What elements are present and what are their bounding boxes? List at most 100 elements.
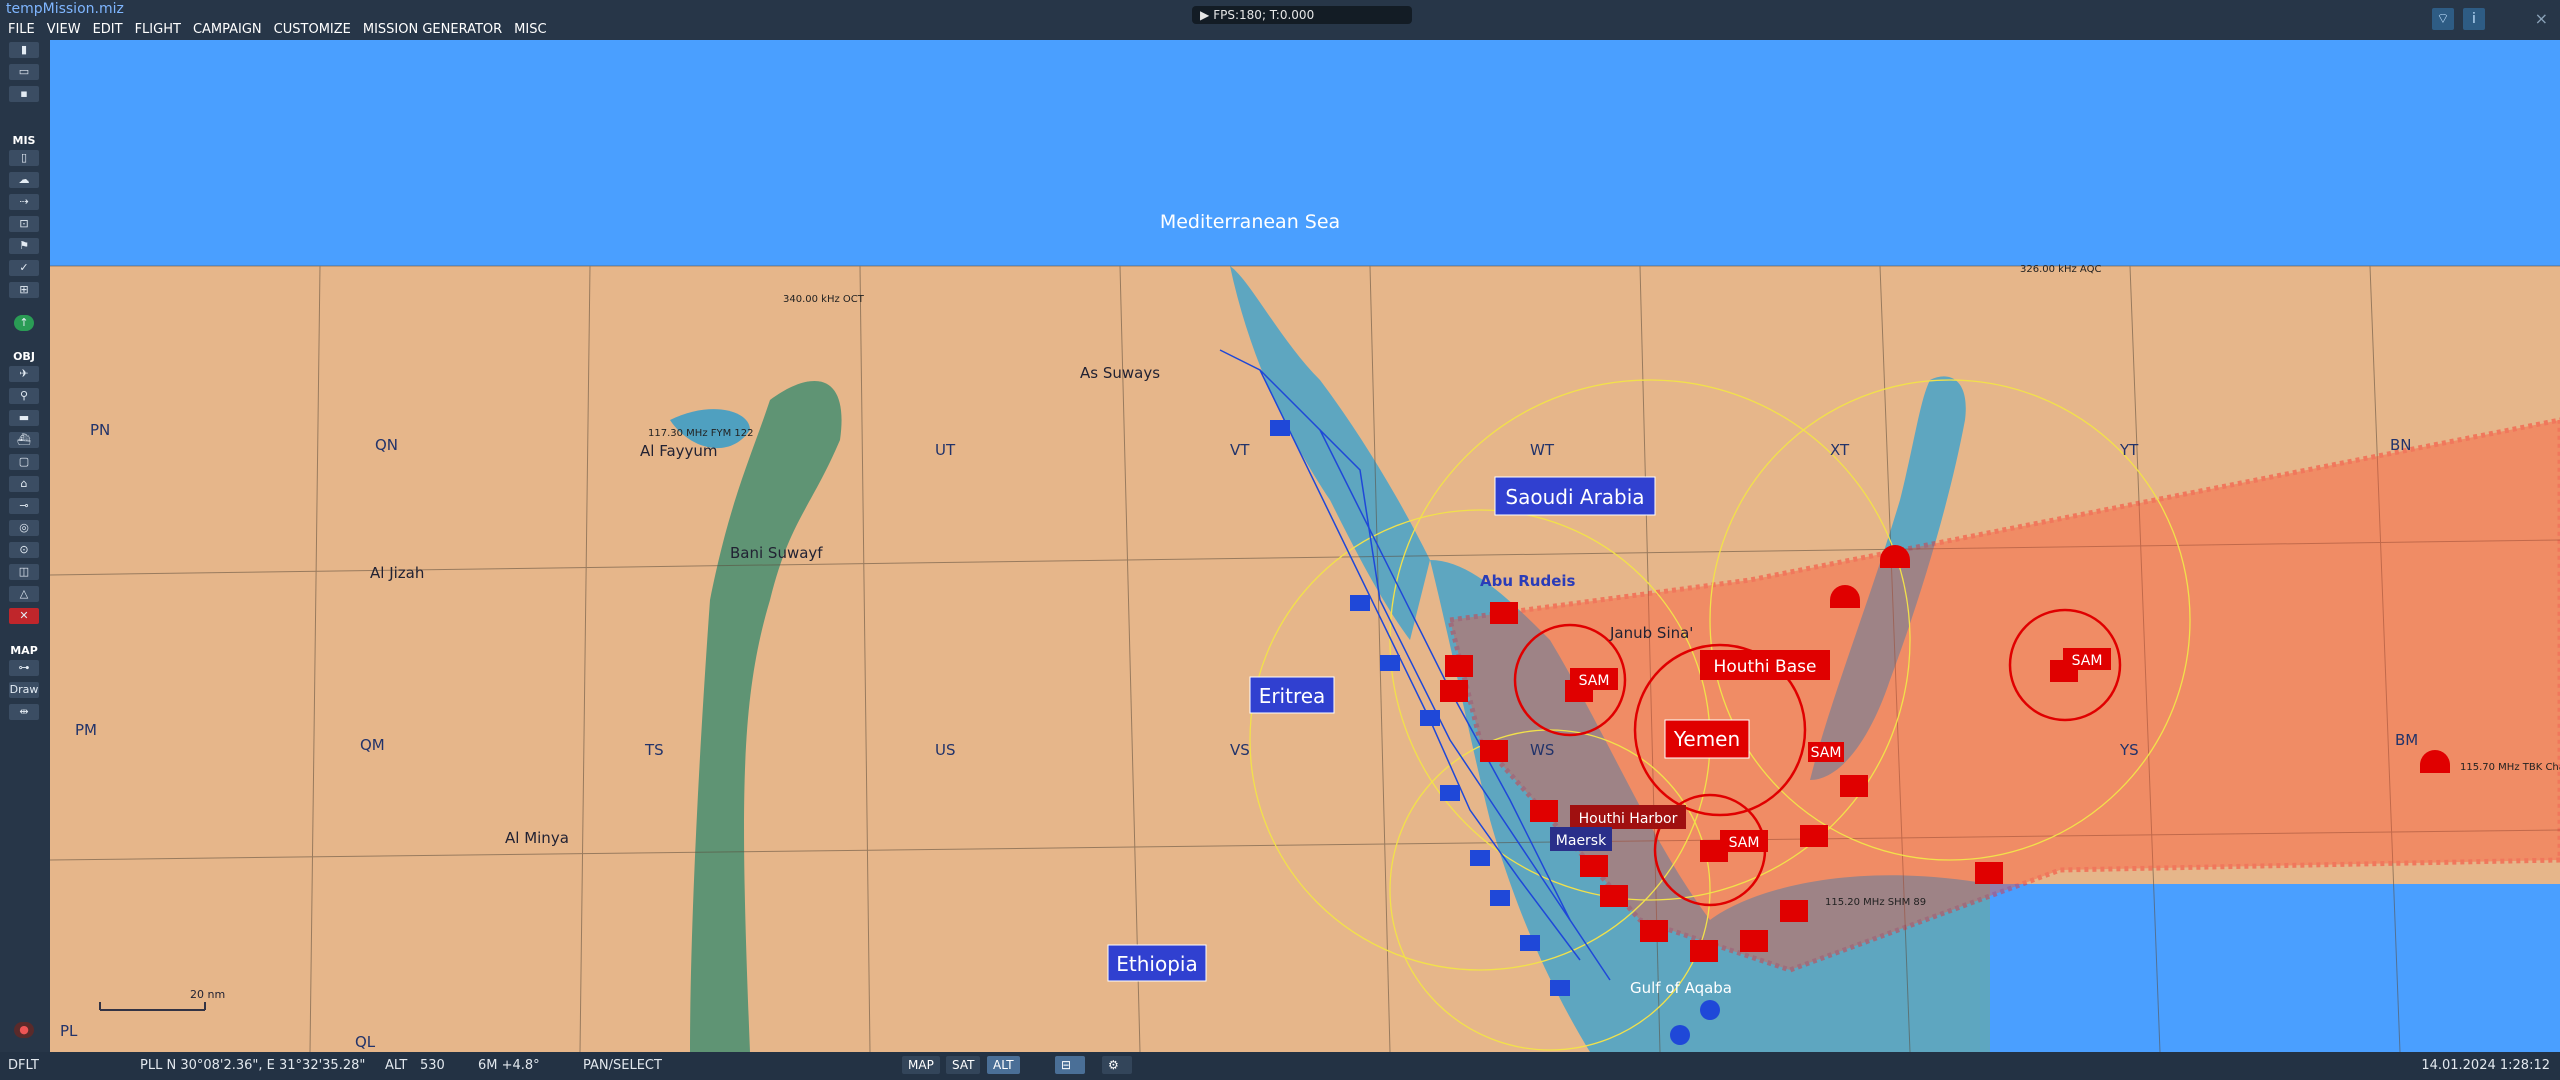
grid-label: UT (935, 441, 956, 459)
coordinates-readout: PLL N 30°08'2.36", E 31°32'35.28" (140, 1058, 366, 1073)
place-label: Al Minya (505, 829, 569, 847)
country-label-yemen: Yemen (1673, 727, 1740, 751)
left-toolbar: ▮ ▭ ▪ MIS ▯ ☁ ⇢ ⊡ ⚑ ✓ ⊞ ↑ OBJ ✈ ⚲ ▬ ⛴ ▢ … (0, 40, 50, 1052)
ship-icon[interactable]: ⛴ (9, 432, 39, 448)
menu-flight[interactable]: FLIGHT (129, 20, 187, 39)
grid-label: TS (644, 741, 664, 759)
grid-label: BN (2390, 436, 2412, 454)
datetime-readout: 14.01.2024 1:28:12 (2421, 1058, 2550, 1073)
layer-select[interactable]: DFLT (8, 1058, 39, 1073)
up-arrow-icon[interactable]: ↑ (14, 315, 34, 331)
check-icon[interactable]: ✓ (9, 260, 39, 276)
grid-label: QL (355, 1033, 376, 1051)
grid-label: BM (2395, 731, 2418, 749)
new-mission-icon[interactable]: ▮ (9, 42, 39, 58)
grid-label: QM (360, 736, 385, 754)
grid-label: WT (1530, 441, 1555, 459)
radio-label: 117.30 MHz FYM 122 (648, 428, 754, 439)
mis-section-label: MIS (12, 134, 36, 147)
place-label: Al Fayyum (640, 442, 718, 460)
draw-button[interactable]: Draw (9, 682, 39, 698)
alt-mode-button[interactable]: ALT (987, 1056, 1020, 1074)
place-label: Gulf of Aqaba (1630, 979, 1732, 997)
measure-icon[interactable]: ⇹ (9, 704, 39, 720)
map-section-label: MAP (10, 644, 38, 657)
info-icon[interactable]: i (2463, 8, 2485, 30)
status-bar: DFLT PLL N 30°08'2.36", E 31°32'35.28" A… (0, 1052, 2560, 1080)
base-label-houthi-base: Houthi Base (1714, 657, 1817, 677)
shapes-icon[interactable]: △ (9, 586, 39, 602)
helicopter-icon[interactable]: ⚲ (9, 388, 39, 404)
menu-campaign[interactable]: CAMPAIGN (187, 20, 268, 39)
country-label-saudi: Saoudi Arabia (1505, 485, 1644, 509)
grid-label: US (935, 741, 956, 759)
triggers-icon[interactable]: ⊡ (9, 216, 39, 232)
delete-icon[interactable]: ✕ (9, 608, 39, 624)
record-icon[interactable]: ● (14, 1022, 34, 1038)
grid-label: PL (60, 1022, 78, 1040)
ground-unit-icon[interactable]: ▬ (9, 410, 39, 426)
sea-label: Mediterranean Sea (1160, 211, 1340, 233)
flag-icon[interactable]: ⚑ (9, 238, 39, 254)
target-icon[interactable]: ◎ (9, 520, 39, 536)
menu-file[interactable]: FILE (2, 20, 41, 39)
grid-label: WS (1530, 741, 1554, 759)
place-label: Al Jizah (370, 564, 424, 582)
base-label-houthi-harbor: Houthi Harbor (1579, 811, 1678, 827)
settings-icon[interactable]: ⚙ (1102, 1056, 1132, 1074)
fps-text: FPS:180; T:0.000 (1213, 8, 1315, 22)
sam-label: SAM (1811, 745, 1842, 761)
map-view[interactable]: Mediterranean Sea PN QN UT VT WT XT YT B… (50, 40, 2560, 1052)
wifi-icon[interactable]: ⌔ (2432, 8, 2454, 30)
place-label: Janub Sina' (1609, 624, 1693, 642)
place-label: Bani Suwayf (730, 544, 823, 562)
obj-section-label: OBJ (13, 350, 35, 363)
group-icon[interactable]: ◫ (9, 564, 39, 580)
mode-readout: PAN/SELECT (583, 1058, 662, 1073)
radio-label: 115.70 MHz TBK Chan 104 (2460, 762, 2560, 773)
grid-label: YT (2119, 441, 2139, 459)
map-canvas[interactable]: Mediterranean Sea PN QN UT VT WT XT YT B… (50, 40, 2560, 1052)
place-label: Abu Rudeis (1480, 572, 1576, 590)
static-object-icon[interactable]: ▢ (9, 454, 39, 470)
sam-label: SAM (2072, 653, 2103, 669)
menu-view[interactable]: VIEW (41, 20, 87, 39)
open-folder-icon[interactable]: ▭ (9, 64, 39, 80)
scale-label: 20 nm (190, 988, 225, 1001)
grid-label: VT (1230, 441, 1250, 459)
save-icon[interactable]: ▪ (9, 86, 39, 102)
radio-label: 115.20 MHz SHM 89 (1825, 897, 1926, 908)
ruler-icon[interactable]: ⊶ (9, 660, 39, 676)
close-icon[interactable]: × (2535, 9, 2548, 28)
menu-customize[interactable]: CUSTOMIZE (268, 20, 357, 39)
alt-label: ALT (385, 1058, 408, 1073)
zone-icon[interactable]: ⊙ (9, 542, 39, 558)
airplane-icon[interactable]: ✈ (9, 366, 39, 382)
radio-label: 326.00 kHz AQC (2020, 264, 2101, 275)
grid-label: VS (1230, 741, 1250, 759)
sam-label: SAM (1579, 673, 1610, 689)
grid-label: YS (2119, 741, 2139, 759)
weather-icon[interactable]: ☁ (9, 172, 39, 188)
route-icon[interactable]: ⇢ (9, 194, 39, 210)
waypoint-icon[interactable]: ⊸ (9, 498, 39, 514)
goals-icon[interactable]: ⊞ (9, 282, 39, 298)
menu-edit[interactable]: EDIT (87, 20, 129, 39)
country-label-eritrea: Eritrea (1259, 684, 1326, 708)
fps-readout[interactable]: ▶ FPS:180; T:0.000 (1192, 6, 1412, 24)
template-icon[interactable]: ⌂ (9, 476, 39, 492)
menu-bar: FILE VIEW EDIT FLIGHT CAMPAIGN CUSTOMIZE… (2, 20, 553, 39)
sat-mode-button[interactable]: SAT (946, 1056, 981, 1074)
filter-icon[interactable]: ⊟ (1055, 1056, 1085, 1074)
alt-value: 530 (420, 1058, 445, 1073)
sam-label: SAM (1729, 835, 1760, 851)
grid-label: PM (75, 721, 97, 739)
briefing-icon[interactable]: ▯ (9, 150, 39, 166)
menu-mission-generator[interactable]: MISSION GENERATOR (357, 20, 508, 39)
map-mode-button[interactable]: MAP (902, 1056, 940, 1074)
sea-area-bottom-right (1990, 884, 2560, 1052)
country-label-ethiopia: Ethiopia (1116, 952, 1197, 976)
play-icon[interactable]: ▶ (1200, 6, 1209, 24)
menu-misc[interactable]: MISC (508, 20, 552, 39)
grid-label: XT (1830, 441, 1850, 459)
